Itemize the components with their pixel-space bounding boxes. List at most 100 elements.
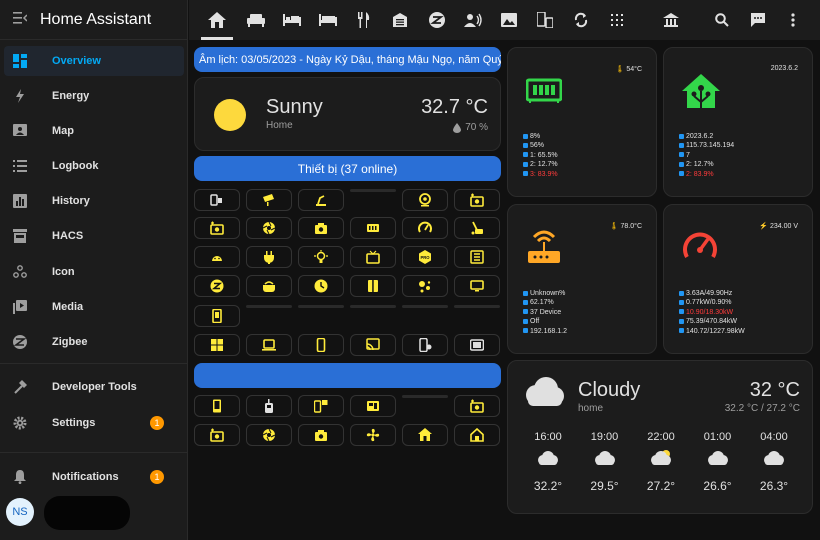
tab-home-icon[interactable] xyxy=(201,8,233,40)
lunar-date-banner: Âm lịch: 03/05/2023 - Ngày Kỷ Dậu, tháng… xyxy=(194,47,501,72)
device-button[interactable] xyxy=(298,395,344,417)
device-button[interactable] xyxy=(246,217,292,239)
more-icon[interactable] xyxy=(781,8,805,32)
sidebar-item-media[interactable]: Media xyxy=(4,292,184,322)
device-button[interactable] xyxy=(350,334,396,356)
device-button[interactable] xyxy=(246,424,292,446)
tab-bed-icon[interactable] xyxy=(280,8,304,32)
device-button[interactable] xyxy=(246,189,292,211)
tab-refresh-icon[interactable] xyxy=(569,8,593,32)
tab-speaker-icon[interactable] xyxy=(461,8,485,32)
device-button[interactable] xyxy=(298,217,344,239)
tab-building-icon[interactable] xyxy=(659,8,683,32)
device-button[interactable] xyxy=(194,275,240,297)
sidebar-item-overview[interactable]: Overview xyxy=(4,46,184,76)
device-button[interactable] xyxy=(194,424,240,446)
device-button[interactable] xyxy=(298,189,344,211)
sidebar-item-map[interactable]: Map xyxy=(4,116,184,146)
device-button[interactable] xyxy=(194,189,240,211)
device-button[interactable] xyxy=(402,189,448,211)
device-button[interactable] xyxy=(454,334,500,356)
device-button[interactable] xyxy=(350,217,396,239)
sidebar-item-label: Settings xyxy=(52,417,96,429)
sidebar-item-hacs[interactable]: HACS xyxy=(4,221,184,251)
device-button[interactable] xyxy=(246,334,292,356)
humidity-row: 70 % xyxy=(453,122,488,133)
tablet-yellow-icon xyxy=(213,399,221,413)
menu-icon[interactable] xyxy=(0,11,40,29)
sidebar-item-energy[interactable]: Energy xyxy=(4,81,184,111)
device-button[interactable] xyxy=(402,334,448,356)
monitor-icon xyxy=(470,280,484,292)
device-button[interactable] xyxy=(454,424,500,446)
tab-bed2-icon[interactable] xyxy=(316,8,340,32)
tab-garage-icon[interactable] xyxy=(388,8,412,32)
device-button[interactable] xyxy=(402,217,448,239)
device-button[interactable] xyxy=(194,334,240,356)
router-temp: 🌡 78.0°C xyxy=(609,223,642,230)
sidebar-item-label: Energy xyxy=(52,90,90,102)
device-button[interactable] xyxy=(402,424,448,446)
device-button[interactable] xyxy=(454,217,500,239)
device-button[interactable] xyxy=(454,275,500,297)
top-toolbar xyxy=(189,0,820,40)
sidebar: Home Assistant Overview Energy Map Logbo… xyxy=(0,0,188,540)
pro-badge-icon: PRO xyxy=(419,250,431,264)
device-button[interactable] xyxy=(402,275,448,297)
device-button[interactable] xyxy=(246,275,292,297)
power-meter-card[interactable]: ⚡ 234.00 V 3.63A/49.90Hz 0.77kW/0.90% 10… xyxy=(663,204,813,354)
device-button[interactable] xyxy=(350,246,396,268)
device-button[interactable] xyxy=(246,395,292,417)
sidebar-item-icon[interactable]: Icon xyxy=(4,257,184,287)
svg-text:PRO: PRO xyxy=(420,255,430,260)
clock-icon xyxy=(314,279,328,293)
water-drop-icon xyxy=(453,122,462,133)
sidebar-item-logbook[interactable]: Logbook xyxy=(4,151,184,181)
forecast-hour: 22:00 27.2° xyxy=(633,431,689,493)
device-button[interactable] xyxy=(454,395,500,417)
sidebar-item-settings[interactable]: Settings 1 xyxy=(4,408,184,438)
tablet-landscape-icon xyxy=(470,339,484,351)
sidebar-item-zigbee[interactable]: Zigbee xyxy=(4,327,184,357)
weather-home-card[interactable]: Sunny Home 32.7 °C 70 % xyxy=(194,77,501,151)
device-button[interactable] xyxy=(298,246,344,268)
avatar[interactable]: NS xyxy=(6,498,34,526)
empty-slot xyxy=(350,305,396,308)
forecast-range: 32.2 °C / 27.2 °C xyxy=(724,403,800,414)
device-button[interactable] xyxy=(350,424,396,446)
tab-zigbee-icon[interactable] xyxy=(425,8,449,32)
sidebar-item-developer-tools[interactable]: Developer Tools xyxy=(4,372,184,402)
device-button[interactable] xyxy=(194,395,240,417)
device-button[interactable] xyxy=(246,246,292,268)
device-button[interactable] xyxy=(194,305,240,327)
device-button[interactable] xyxy=(454,246,500,268)
sidebar-item-history[interactable]: History xyxy=(4,186,184,216)
device-button[interactable] xyxy=(454,189,500,211)
device-button[interactable] xyxy=(298,275,344,297)
device-button[interactable] xyxy=(194,246,240,268)
sidebar-item-notifications[interactable]: Notifications 1 xyxy=(4,462,184,492)
weather-forecast-card[interactable]: Cloudy home 32 °C 32.2 °C / 27.2 °C 16:0… xyxy=(507,360,813,514)
device-button[interactable] xyxy=(194,217,240,239)
tab-grid-icon[interactable] xyxy=(605,8,629,32)
home-assistant-info-card[interactable]: 2023.6.2 2023.6.2 115.73.145.194 7 2: 12… xyxy=(663,47,813,197)
router-card[interactable]: 🌡 78.0°C Unknown% 62.17% 37 Device Off 1… xyxy=(507,204,657,354)
app-title: Home Assistant xyxy=(40,10,152,28)
tab-kitchen-icon[interactable] xyxy=(352,8,376,32)
camera-plus-icon xyxy=(470,399,484,413)
tab-sofa-icon[interactable] xyxy=(244,8,268,32)
device-button[interactable] xyxy=(298,424,344,446)
cctv-icon xyxy=(263,194,274,206)
bell-icon xyxy=(4,470,36,484)
device-button[interactable] xyxy=(350,275,396,297)
device-button[interactable]: PRO xyxy=(402,246,448,268)
forecast-temp: 27.2° xyxy=(646,479,676,493)
tab-image-icon[interactable] xyxy=(497,8,521,32)
search-icon[interactable] xyxy=(710,8,734,32)
device-button[interactable] xyxy=(298,334,344,356)
system-monitor-card[interactable]: 🌡 54°C 8% 56% 1: 65.5% 2: 12.7% 3: 83.9% xyxy=(507,47,657,197)
tab-devices-icon[interactable] xyxy=(533,8,557,32)
cloudy-icon xyxy=(536,449,560,467)
assist-icon[interactable] xyxy=(746,8,770,32)
device-button[interactable] xyxy=(350,395,396,417)
